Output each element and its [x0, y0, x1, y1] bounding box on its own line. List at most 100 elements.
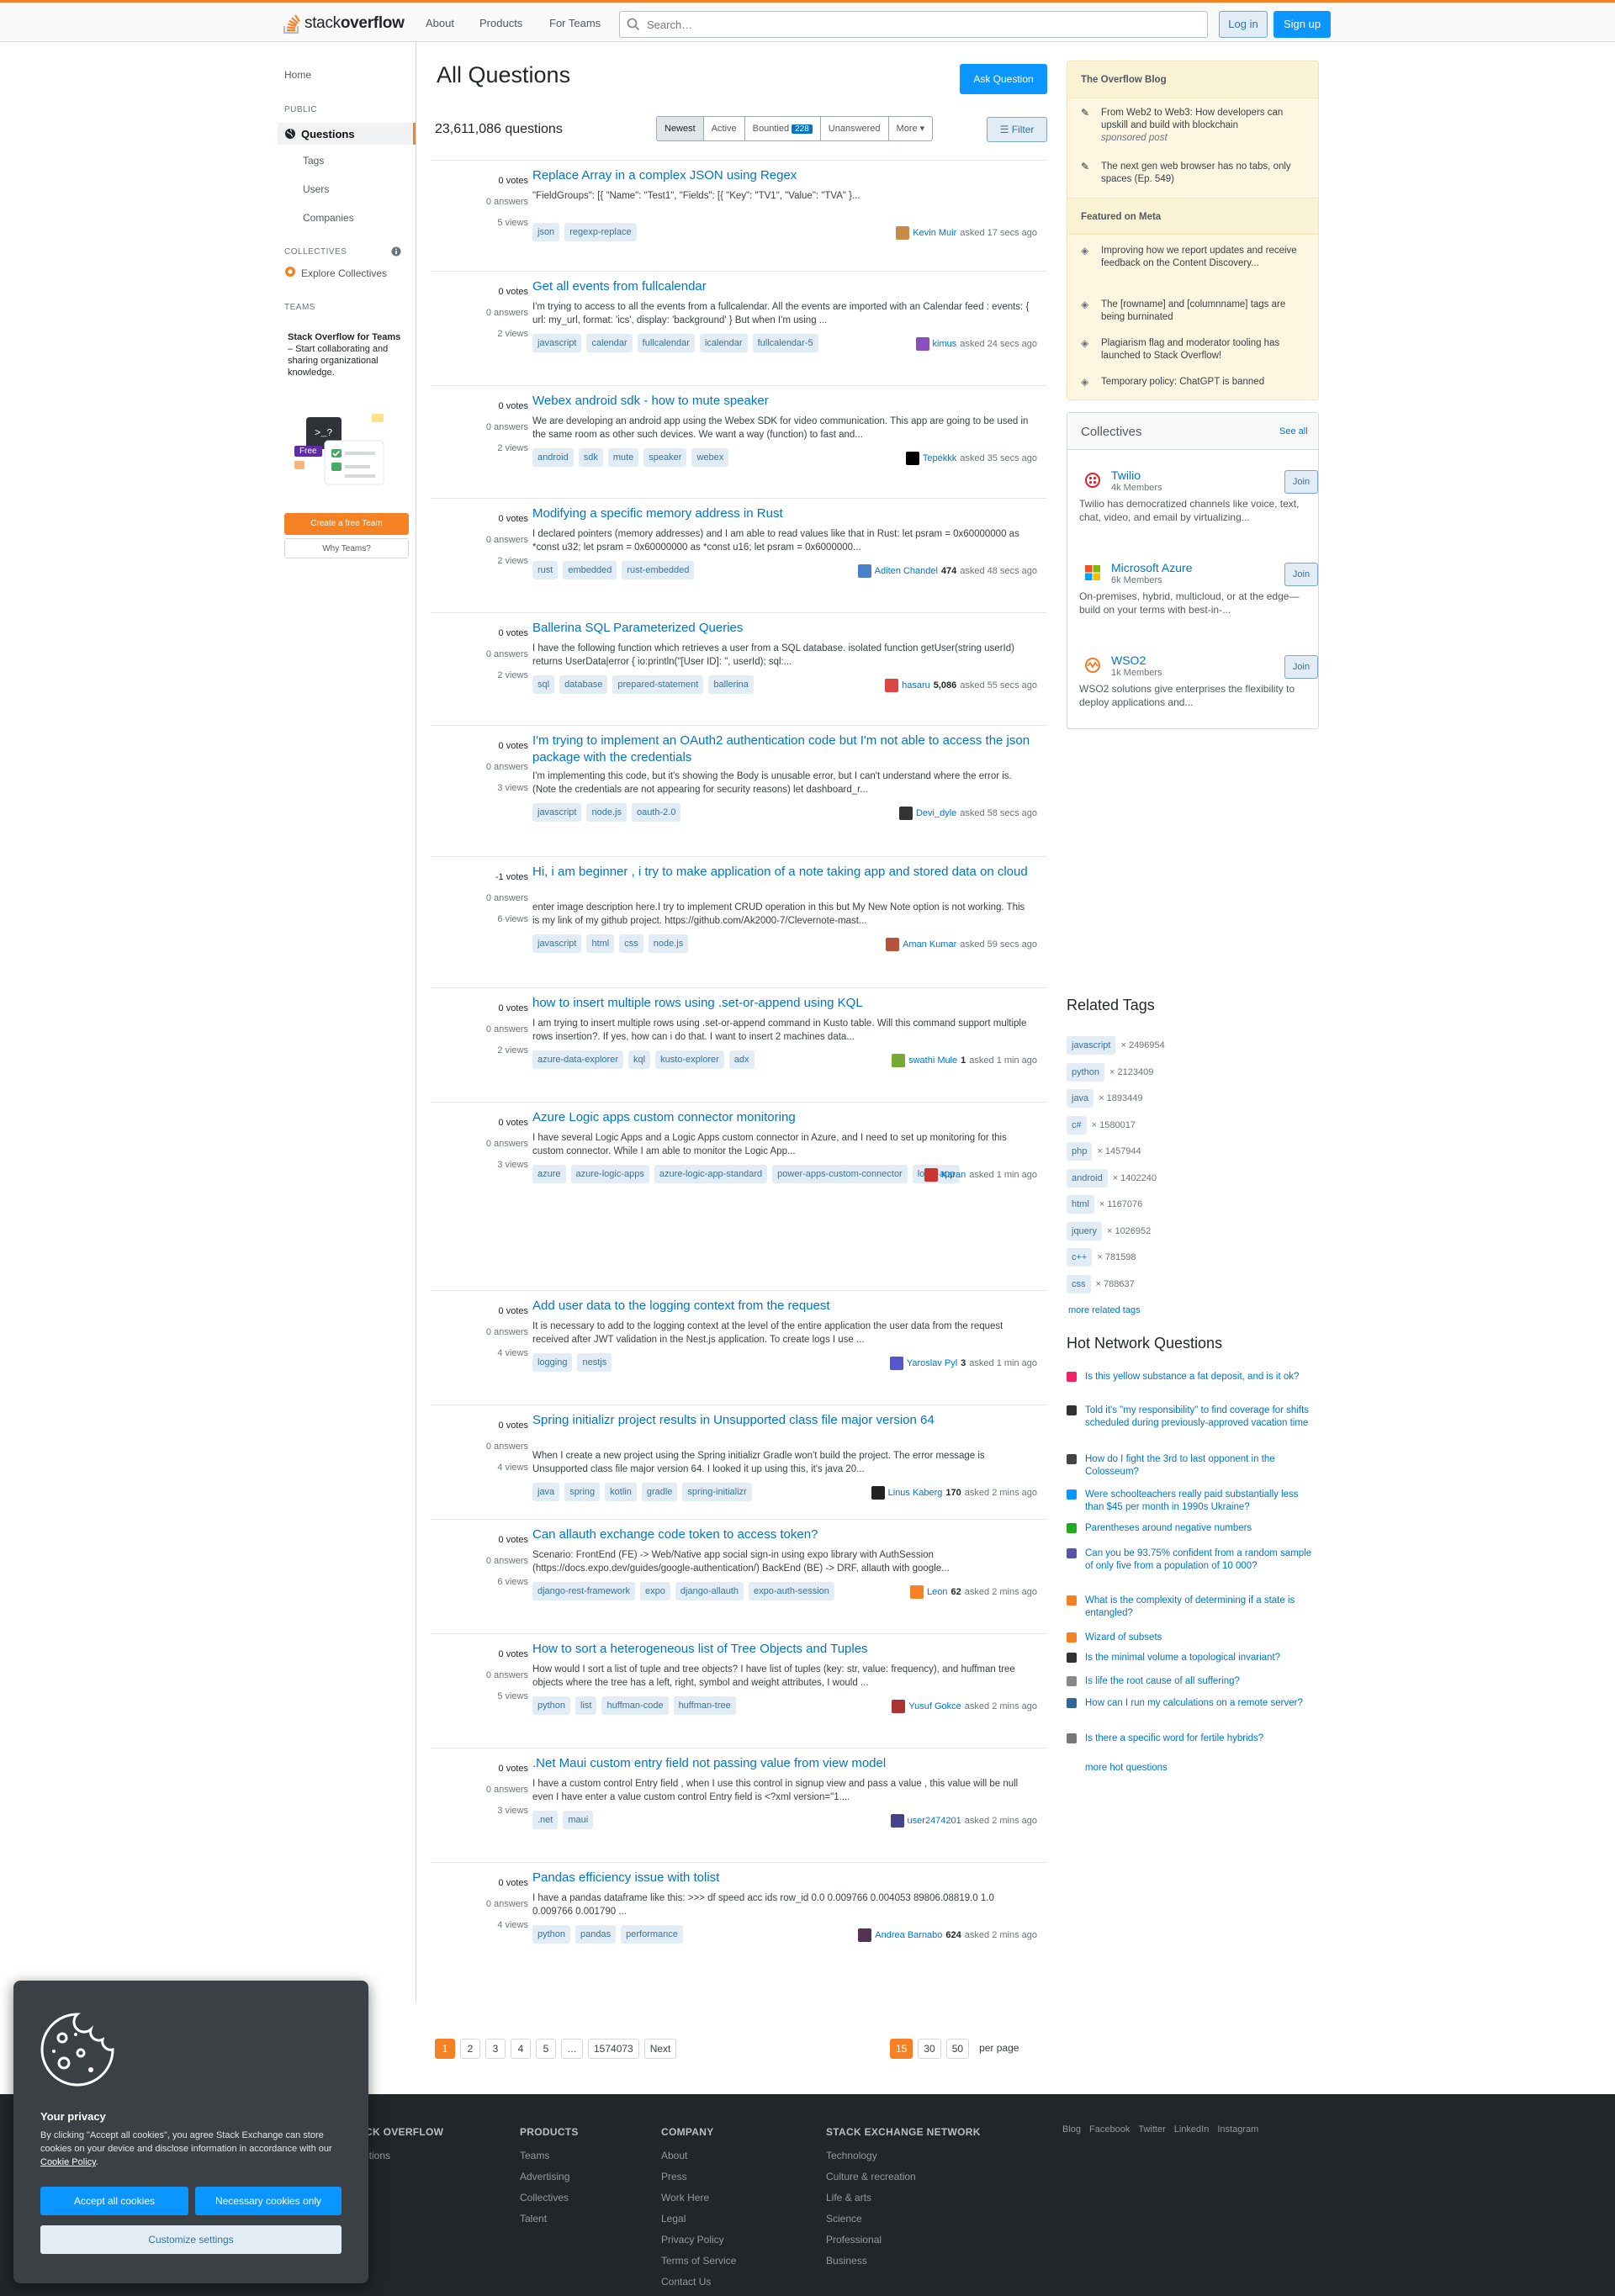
question-title-link[interactable]: .Net Maui custom entry field not passing… [532, 1755, 1037, 1772]
user-avatar[interactable] [858, 1928, 872, 1942]
user-name-link[interactable]: Leon [927, 1587, 947, 1597]
meta-item[interactable]: Temporary policy: ChatGPT is banned [1101, 376, 1303, 389]
footer-link[interactable]: Advertising [520, 2166, 579, 2188]
tag-link[interactable]: huffman-code [601, 1696, 669, 1715]
tag-link[interactable]: calendar [586, 334, 633, 352]
footer-link[interactable]: Collectives [520, 2188, 579, 2209]
tag-link[interactable]: css [1067, 1274, 1091, 1293]
meta-item[interactable]: The [rowname] and [columnname] tags are … [1101, 299, 1303, 324]
per-page-option[interactable]: 30 [918, 2039, 941, 2059]
question-title-link[interactable]: How to sort a heterogeneous list of Tree… [532, 1641, 1037, 1658]
footer-link[interactable]: Privacy Policy [661, 2230, 736, 2251]
user-avatar[interactable] [892, 1700, 906, 1713]
tag-link[interactable]: prepared-statement [612, 675, 704, 694]
tag-link[interactable]: java [532, 1483, 560, 1501]
social-link[interactable]: Blog [1062, 2124, 1081, 2135]
tag-link[interactable]: css [619, 934, 643, 953]
question-title-link[interactable]: Can allauth exchange code token to acces… [532, 1526, 1037, 1543]
tag-link[interactable]: python [532, 1925, 571, 1944]
tag-link[interactable]: azure-logic-app-standard [654, 1165, 768, 1183]
cookie-policy-link[interactable]: Cookie Policy [40, 2157, 96, 2167]
user-avatar[interactable] [886, 938, 900, 951]
tag-link[interactable]: kql [628, 1050, 651, 1069]
question-title-link[interactable]: Pandas efficiency issue with tolist [532, 1870, 1037, 1886]
tag-link[interactable]: c# [1067, 1115, 1087, 1135]
blog-item[interactable]: From Web2 to Web3: How developers can up… [1101, 107, 1303, 145]
tag-link[interactable]: python [532, 1696, 571, 1715]
tag-link[interactable]: fullcalendar-5 [752, 334, 818, 352]
collective-name[interactable]: WSO2 [1111, 653, 1146, 667]
tag-link[interactable]: .net [532, 1811, 559, 1829]
user-avatar[interactable] [910, 1585, 924, 1599]
tag-link[interactable]: sql [532, 675, 555, 694]
footer-link[interactable]: Work Here [661, 2188, 736, 2209]
per-page-option[interactable]: 50 [945, 2039, 970, 2059]
tag-link[interactable]: android [532, 448, 574, 467]
tag-link[interactable]: list [575, 1696, 597, 1715]
hot-question-link[interactable]: What is the complexity of determining if… [1085, 1595, 1312, 1620]
ask-question-button[interactable]: Ask Question [960, 64, 1047, 94]
collective-name[interactable]: Microsoft Azure [1111, 561, 1192, 574]
footer-link[interactable]: Business [826, 2251, 981, 2272]
hot-question-link[interactable]: Is there a specific word for fertile hyb… [1085, 1733, 1312, 1745]
page-button[interactable]: 5 [536, 2039, 556, 2059]
tag-link[interactable]: spring [564, 1483, 601, 1501]
user-name-link[interactable]: user2474201 [908, 1816, 961, 1826]
social-link[interactable]: Twitter [1138, 2124, 1165, 2135]
nav-products[interactable]: Products [471, 13, 531, 34]
tag-link[interactable]: android [1067, 1168, 1108, 1188]
user-avatar[interactable] [898, 807, 913, 820]
tag-link[interactable]: django-allauth [675, 1582, 744, 1600]
user-avatar[interactable] [871, 1486, 885, 1500]
user-name-link[interactable]: Kevin Muir [913, 228, 956, 238]
nav-home[interactable]: Home [284, 69, 311, 81]
tag-link[interactable]: pandas [575, 1925, 617, 1944]
tag-link[interactable]: azure-data-explorer [532, 1050, 623, 1069]
page-button[interactable]: 1574073 [588, 2039, 639, 2059]
customize-settings-button[interactable]: Customize settings [40, 2225, 342, 2254]
tag-link[interactable]: html [1067, 1195, 1094, 1214]
hot-question-link[interactable]: How do I fight the 3rd to last opponent … [1085, 1453, 1312, 1479]
nav-questions-item[interactable]: Questions [278, 123, 416, 145]
nav-users[interactable]: Users [303, 183, 329, 195]
tag-link[interactable]: kusto-explorer [655, 1050, 724, 1069]
tag-link[interactable]: ballerina [708, 675, 754, 694]
social-link[interactable]: Facebook [1089, 2124, 1130, 2135]
tag-link[interactable]: webex [691, 448, 729, 467]
footer-link[interactable]: Press [661, 2166, 736, 2188]
tag-link[interactable]: database [559, 675, 608, 694]
user-avatar[interactable] [857, 564, 871, 578]
user-name-link[interactable]: Karan [941, 1170, 966, 1180]
tag-link[interactable]: python [1067, 1062, 1105, 1082]
tag-link[interactable]: kotlin [605, 1483, 637, 1501]
page-button[interactable]: 2 [460, 2039, 480, 2059]
question-title-link[interactable]: Modifying a specific memory address in R… [532, 505, 1037, 522]
hot-question-link[interactable]: Is this yellow substance a fat deposit, … [1085, 1371, 1312, 1383]
footer-link[interactable]: Legal [661, 2209, 736, 2230]
join-button[interactable]: Join [1284, 655, 1318, 679]
why-teams-button[interactable]: Why Teams? [284, 538, 409, 558]
page-button[interactable]: 4 [511, 2039, 531, 2059]
hot-question-link[interactable]: Is life the root cause of all suffering? [1085, 1675, 1312, 1688]
create-team-button[interactable]: Create a free Team [284, 513, 409, 535]
tag-link[interactable]: azure-logic-apps [570, 1165, 649, 1183]
user-avatar[interactable] [915, 337, 929, 351]
footer-link[interactable]: Teams [520, 2145, 579, 2166]
tag-link[interactable]: sdk [578, 448, 603, 467]
tag-link[interactable]: huffman-tree [673, 1696, 736, 1715]
per-page-option[interactable]: 15 [890, 2039, 913, 2059]
tag-link[interactable]: rust [532, 561, 559, 579]
filter-bountied[interactable]: Bountied 228 [745, 117, 821, 140]
see-all-collectives-link[interactable]: See all [1279, 426, 1308, 436]
tag-link[interactable]: speaker [643, 448, 687, 467]
tag-link[interactable]: logging [532, 1353, 573, 1372]
footer-link[interactable]: Culture & recreation [826, 2166, 981, 2188]
tag-link[interactable]: javascript [1067, 1036, 1116, 1055]
search-input[interactable] [647, 15, 1194, 34]
user-name-link[interactable]: Tepekkk [923, 453, 956, 463]
login-button[interactable]: Log in [1219, 11, 1268, 38]
user-name-link[interactable]: swathi Mule [908, 1055, 957, 1066]
question-title-link[interactable]: Webex android sdk - how to mute speaker [532, 393, 1037, 410]
question-title-link[interactable]: Azure Logic apps custom connector monito… [532, 1109, 1037, 1126]
tag-link[interactable]: html [586, 934, 615, 953]
